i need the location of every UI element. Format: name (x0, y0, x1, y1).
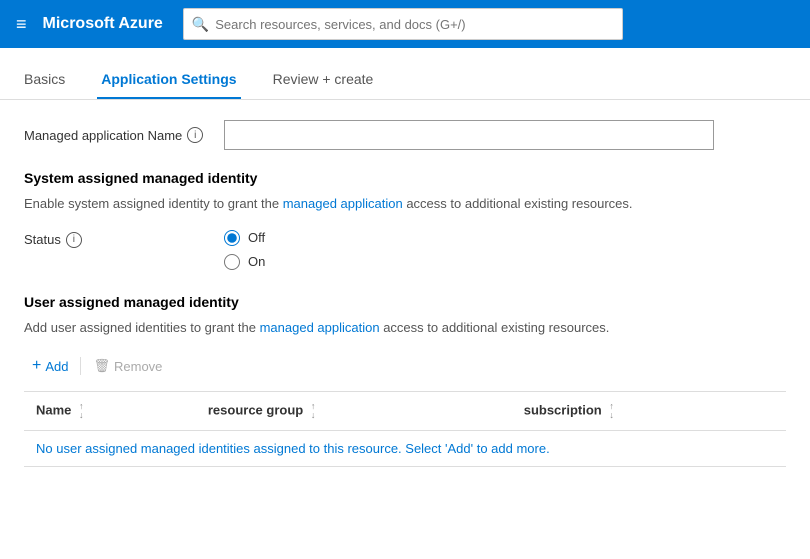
status-info-icon[interactable]: i (66, 232, 82, 248)
status-off-row: Off (224, 230, 265, 246)
name-sort-icon[interactable]: ↑↓ (79, 402, 84, 420)
user-identity-title: User assigned managed identity (24, 294, 786, 310)
user-identity-section: User assigned managed identity Add user … (24, 294, 786, 468)
azure-logo: Microsoft Azure (43, 15, 163, 33)
tab-basics[interactable]: Basics (20, 71, 69, 99)
menu-icon[interactable]: ≡ (12, 10, 31, 39)
add-icon: + (32, 357, 41, 375)
toolbar-separator (80, 357, 81, 375)
status-on-radio[interactable] (224, 254, 240, 270)
table-header-row: Name ↑↓ resource group ↑↓ su (24, 392, 786, 431)
system-identity-title: System assigned managed identity (24, 170, 786, 186)
managed-app-name-label: Managed application Name i (24, 127, 224, 143)
status-row: Status i Off On (24, 230, 786, 270)
search-input[interactable] (215, 17, 614, 32)
managed-app-name-input[interactable] (224, 120, 714, 150)
status-on-label: On (248, 254, 265, 269)
managed-app-name-info-icon[interactable]: i (187, 127, 203, 143)
col-subscription: subscription ↑↓ (512, 392, 786, 431)
user-identity-desc: Add user assigned identities to grant th… (24, 318, 786, 338)
subscription-sort-icon[interactable]: ↑↓ (609, 402, 614, 420)
system-identity-section: System assigned managed identity Enable … (24, 170, 786, 270)
identity-table-container: Name ↑↓ resource group ↑↓ su (24, 391, 786, 467)
main-content: Managed application Name i System assign… (0, 100, 810, 511)
trash-icon: 🗑 (93, 358, 110, 374)
status-off-radio[interactable] (224, 230, 240, 246)
resource-group-sort-icon[interactable]: ↑↓ (311, 402, 316, 420)
tab-review-create[interactable]: Review + create (269, 71, 378, 99)
tabs-bar: Basics Application Settings Review + cre… (0, 48, 810, 100)
status-on-row: On (224, 254, 265, 270)
user-identity-link[interactable]: managed application (260, 320, 380, 335)
table-empty-message: No user assigned managed identities assi… (24, 431, 786, 467)
identity-table: Name ↑↓ resource group ↑↓ su (24, 392, 786, 466)
search-bar[interactable]: 🔍 (183, 8, 623, 40)
add-button[interactable]: + Add (24, 353, 76, 379)
remove-button[interactable]: 🗑 Remove (85, 354, 170, 378)
status-off-label: Off (248, 230, 265, 245)
top-navigation: ≡ Microsoft Azure 🔍 (0, 0, 810, 48)
col-name: Name ↑↓ (24, 392, 196, 431)
col-resource-group: resource group ↑↓ (196, 392, 512, 431)
managed-app-name-row: Managed application Name i (24, 120, 786, 150)
remove-label: Remove (114, 359, 162, 374)
search-icon: 🔍 (192, 16, 209, 33)
tab-application-settings[interactable]: Application Settings (97, 71, 240, 99)
table-empty-row: No user assigned managed identities assi… (24, 431, 786, 467)
table-toolbar: + Add 🗑 Remove (24, 353, 786, 379)
system-identity-desc: Enable system assigned identity to grant… (24, 194, 786, 214)
add-label: Add (45, 359, 68, 374)
status-radio-group: Off On (224, 230, 265, 270)
status-label: Status i (24, 230, 224, 248)
system-identity-link[interactable]: managed application (283, 196, 403, 211)
